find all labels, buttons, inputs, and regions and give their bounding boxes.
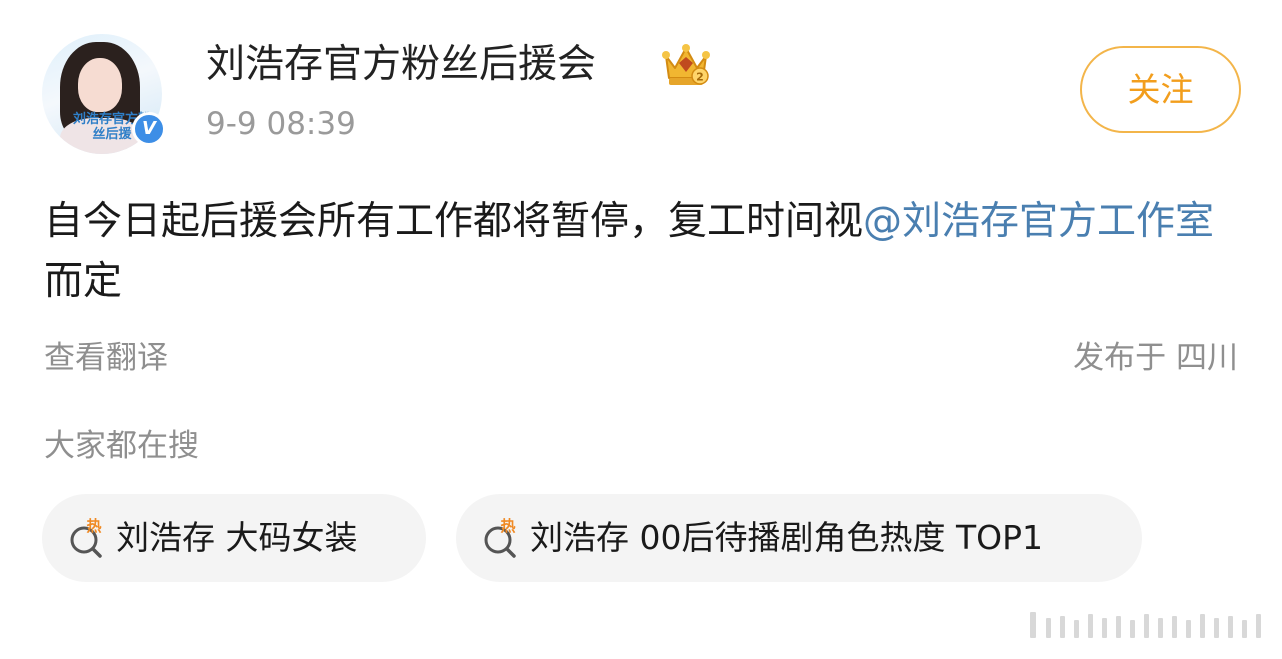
- mention-link[interactable]: @刘浩存官方工作室: [863, 199, 1214, 244]
- author-name[interactable]: 刘浩存官方粉丝后援会: [206, 40, 596, 90]
- avatar-face: [78, 58, 122, 112]
- verified-badge-icon: V: [132, 112, 166, 146]
- follow-button[interactable]: 关注: [1080, 46, 1241, 133]
- horizontal-scroll-indicator: [1030, 612, 1261, 638]
- hot-badge: 热: [86, 517, 101, 535]
- trending-chip[interactable]: 热 刘浩存 大码女装: [42, 494, 426, 582]
- crown-icon: 2: [662, 44, 710, 85]
- trending-chip-label: 刘浩存 00后待播剧角色热度 TOP1: [530, 518, 1043, 557]
- post-content: 自今日起后援会所有工作都将暂停，复工时间视@刘浩存官方工作室 而定: [44, 192, 1254, 312]
- hot-badge: 热: [500, 517, 515, 535]
- trending-chip-label: 刘浩存 大码女装: [116, 518, 358, 557]
- svg-text:2: 2: [696, 71, 704, 84]
- search-hot-icon: 热: [484, 517, 516, 558]
- content-text-end: 而定: [44, 259, 123, 304]
- trending-title: 大家都在搜: [44, 428, 199, 464]
- post-timestamp: 9-9 08:39: [206, 106, 356, 142]
- weibo-post: 刘浩存官方粉丝后援 V 刘浩存官方粉丝后援会 2 9-9 08:39 关注 自今…: [0, 0, 1282, 659]
- content-text: 自今日起后援会所有工作都将暂停，复工时间视: [44, 199, 864, 244]
- trending-chip[interactable]: 热 刘浩存 00后待播剧角色热度 TOP1: [456, 494, 1142, 582]
- search-hot-icon: 热: [70, 517, 102, 558]
- post-location: 发布于 四川: [1073, 340, 1238, 376]
- translate-link[interactable]: 查看翻译: [44, 336, 168, 380]
